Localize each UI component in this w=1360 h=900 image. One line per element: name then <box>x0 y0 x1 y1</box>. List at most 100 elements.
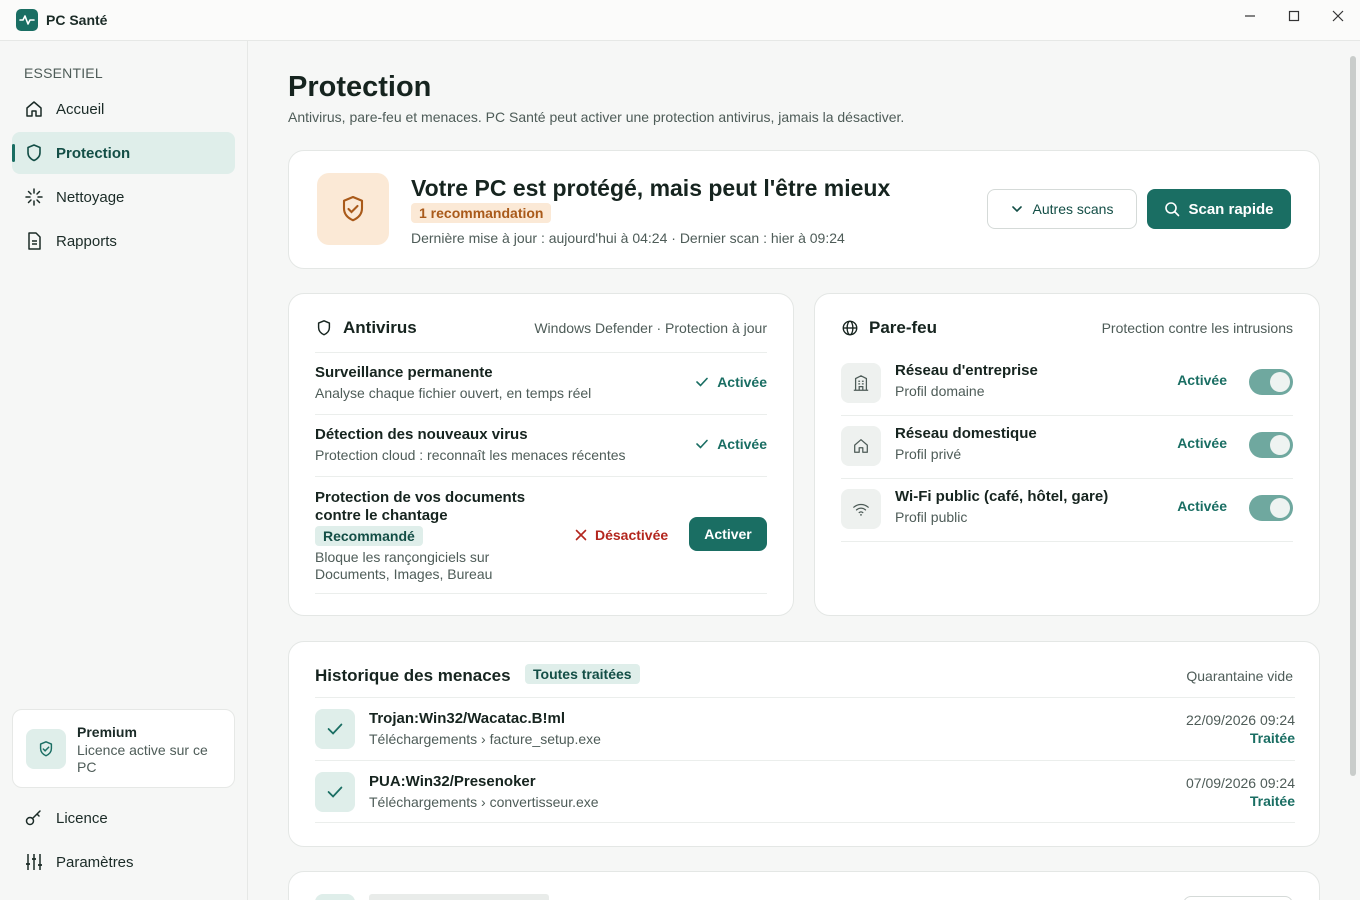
network-profile: Profil privé <box>895 446 962 462</box>
public-firewall-toggle[interactable] <box>1249 495 1293 521</box>
check-icon <box>315 709 355 749</box>
network-title: Réseau d'entreprise <box>895 362 1038 379</box>
other-scans-button[interactable]: Autres scans <box>987 189 1137 229</box>
threat-state: Traitée <box>1249 793 1295 809</box>
check-icon <box>315 772 355 812</box>
antivirus-meta: Windows Defender · Protection à jour <box>534 320 767 336</box>
app-logo-icon <box>16 9 38 31</box>
ransomware-status: Désactivée <box>575 527 668 543</box>
shield-icon <box>317 320 331 336</box>
sidebar-item-label: Licence <box>56 809 108 827</box>
scrollbar[interactable] <box>1350 56 1356 776</box>
premium-card[interactable]: Premium Licence active sur ce PC <box>12 709 235 788</box>
all-handled-badge: Toutes traitées <box>525 664 640 684</box>
sidebar-item-licence[interactable]: Licence <box>12 797 235 839</box>
sidebar-item-nettoyage[interactable]: Nettoyage <box>12 176 235 218</box>
main-content: Protection Antivirus, pare-feu et menace… <box>248 41 1350 900</box>
sidebar-item-parametres[interactable]: Paramètres <box>12 841 235 883</box>
sidebar-item-label: Nettoyage <box>56 188 125 206</box>
antivirus-title: Antivirus <box>343 318 417 337</box>
firewall-meta: Protection contre les intrusions <box>1101 320 1293 336</box>
firewall-title: Pare-feu <box>869 318 938 337</box>
private-firewall-toggle[interactable] <box>1249 432 1293 458</box>
threat-path: Téléchargements › facture_setup.exe <box>369 731 601 747</box>
threat-state: Traitée <box>1249 730 1295 746</box>
globe-icon <box>842 320 858 336</box>
status-meta: Dernière mise à jour : aujourd'hui à 04:… <box>411 230 845 246</box>
status-label: Activée <box>717 374 767 390</box>
threat-date: 22/09/2026 09:24 <box>1186 712 1295 728</box>
firewall-row-public: Wi-Fi public (café, hôtel, gare) Profil … <box>841 479 1293 542</box>
quick-scan-label: Scan rapide <box>1188 200 1274 218</box>
shield-icon <box>27 144 41 162</box>
close-button[interactable] <box>1316 0 1360 32</box>
maximize-button[interactable] <box>1272 0 1316 32</box>
shield-check-icon <box>317 173 389 245</box>
row-title: Protection de vos documents contre le ch… <box>315 489 525 525</box>
antivirus-row-ransomware: Protection de vos documents contre le ch… <box>315 476 767 594</box>
network-title: Wi-Fi public (café, hôtel, gare) <box>895 488 1109 505</box>
check-icon <box>696 439 708 449</box>
network-title: Réseau domestique <box>895 425 1037 442</box>
title-bar: PC Santé <box>0 0 1360 41</box>
cloud-status: Activée <box>695 436 767 452</box>
wifi-icon <box>841 489 881 529</box>
firewall-header: Pare-feu <box>841 318 937 338</box>
row-title-line: Protection de vos documents <box>315 489 526 506</box>
minimize-button[interactable] <box>1228 0 1272 32</box>
domain-firewall-toggle[interactable] <box>1249 369 1293 395</box>
threat-history-card: Historique des menaces Toutes traitées Q… <box>288 641 1320 847</box>
network-state: Activée <box>1177 498 1227 514</box>
antivirus-row-realtime: Surveillance permanente Analyse chaque f… <box>315 352 767 414</box>
row-title-line: contre le chantage <box>315 507 448 524</box>
recommended-badge: Recommandé <box>315 526 423 546</box>
firewall-row-domain: Réseau d'entreprise Profil domaine Activ… <box>841 353 1293 416</box>
row-subtitle: Protection cloud : reconnaît les menaces… <box>315 447 626 463</box>
document-icon <box>28 232 41 250</box>
app-title: PC Santé <box>46 12 108 28</box>
quick-scan-button[interactable]: Scan rapide <box>1147 189 1291 229</box>
sidebar-item-protection[interactable]: Protection <box>12 132 235 174</box>
activate-button[interactable]: Activer <box>689 517 767 551</box>
threat-row[interactable]: PUA:Win32/Presenoker Téléchargements › c… <box>315 760 1295 823</box>
realtime-status: Activée <box>695 374 767 390</box>
firewall-row-private: Réseau domestique Profil privé Activée <box>841 416 1293 479</box>
sidebar-item-label: Protection <box>56 144 131 162</box>
home-icon <box>26 101 42 117</box>
premium-subtitle: Licence active sur ce PC <box>77 742 208 775</box>
threat-name: Trojan:Win32/Wacatac.B!ml <box>369 710 566 727</box>
status-label: Désactivée <box>595 527 669 543</box>
antivirus-header: Antivirus <box>315 318 417 338</box>
premium-title: Premium <box>77 724 137 740</box>
sidebar-item-label: Rapports <box>56 232 117 250</box>
building-icon <box>841 363 881 403</box>
row-title: Détection des nouveaux virus <box>315 426 528 443</box>
row-title: Surveillance permanente <box>315 364 493 381</box>
threat-date: 07/09/2026 09:24 <box>1186 775 1295 791</box>
recommendation-badge: 1 recommandation <box>411 203 552 223</box>
sidebar-item-accueil[interactable]: Accueil <box>12 88 235 130</box>
card-icon <box>315 894 355 900</box>
status-title: Votre PC est protégé, mais peut l'être m… <box>411 175 891 201</box>
page-title: Protection <box>288 71 432 103</box>
network-profile: Profil domaine <box>895 383 985 399</box>
check-icon <box>696 377 708 387</box>
firewall-card: Pare-feu Protection contre les intrusion… <box>814 293 1320 616</box>
shield-check-icon <box>26 729 66 769</box>
network-state: Activée <box>1177 372 1227 388</box>
status-label: Activée <box>717 436 767 452</box>
next-card <box>288 871 1320 900</box>
card-action-button[interactable] <box>1183 896 1293 900</box>
antivirus-card: Antivirus Windows Defender · Protection … <box>288 293 794 616</box>
sliders-icon <box>26 854 42 870</box>
sidebar-item-rapports[interactable]: Rapports <box>12 220 235 262</box>
threat-row[interactable]: Trojan:Win32/Wacatac.B!ml Téléchargement… <box>315 697 1295 760</box>
network-state: Activée <box>1177 435 1227 451</box>
status-card: Votre PC est protégé, mais peut l'être m… <box>288 150 1320 269</box>
row-subtitle-line: Bloque les rançongiciels sur <box>315 549 490 565</box>
sidebar-item-label: Paramètres <box>56 853 134 871</box>
search-icon <box>1165 202 1180 217</box>
key-icon <box>25 810 41 826</box>
sparkle-icon <box>25 188 43 206</box>
quarantine-status[interactable]: Quarantaine vide <box>1186 668 1293 684</box>
